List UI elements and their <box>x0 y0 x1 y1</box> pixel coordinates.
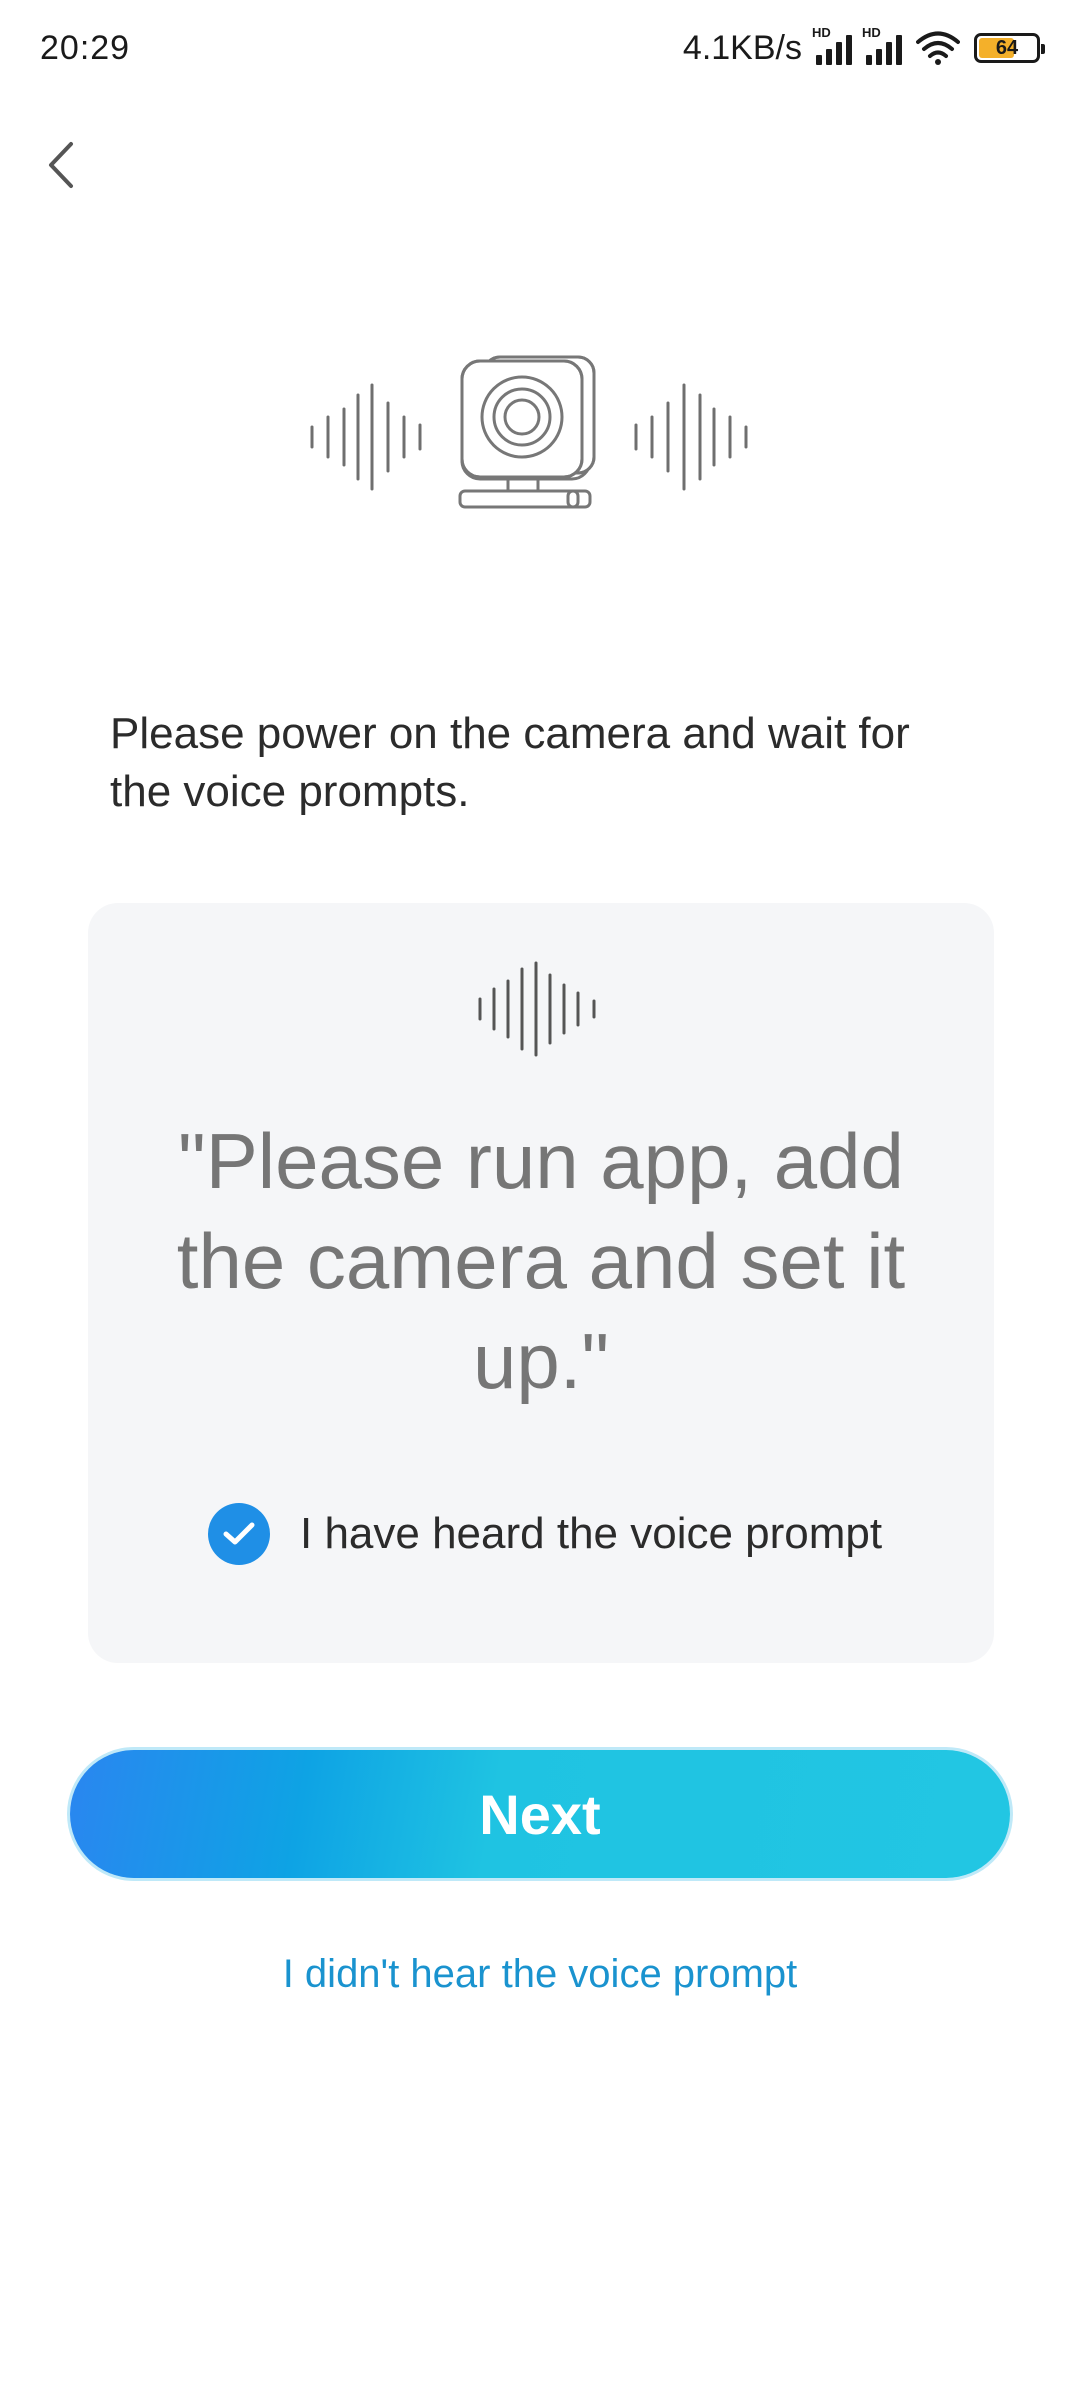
status-time: 20:29 <box>40 28 131 67</box>
wifi-icon <box>916 31 960 65</box>
camera-sound-waves-icon <box>310 355 748 509</box>
cell-signal-icon: HD <box>812 25 852 65</box>
battery-level: 64 <box>995 36 1019 59</box>
hd-label: HD <box>862 25 881 40</box>
next-button[interactable]: Next <box>70 1750 1010 1878</box>
battery-icon: 64 <box>974 33 1045 63</box>
status-bar: 20:29 4.1KB/s HD HD 64 <box>0 0 1080 96</box>
hd-label: HD <box>812 25 831 40</box>
voice-prompt-quote: "Please run app, add the camera and set … <box>176 1117 906 1405</box>
status-icons: 4.1KB/s HD HD 64 <box>682 25 1045 68</box>
voice-prompt-card: "Please run app, add the camera and set … <box>88 903 994 1663</box>
instruction-text: Please power on the camera and wait for … <box>110 709 910 816</box>
page: 20:29 4.1KB/s HD HD 64 Please power on t… <box>0 0 1080 2400</box>
network-speed: 4.1KB/s <box>682 28 802 67</box>
heard-prompt-label: I have heard the voice prompt <box>300 1509 883 1558</box>
chevron-left-icon <box>49 142 73 188</box>
sound-wave-icon <box>478 961 596 1057</box>
didnt-hear-prompt-link[interactable]: I didn't hear the voice prompt <box>0 1952 1080 1997</box>
back-button[interactable] <box>30 130 90 200</box>
heard-prompt-checkbox[interactable]: I have heard the voice prompt <box>208 1503 882 1565</box>
checkmark-icon[interactable] <box>208 1503 270 1565</box>
cell-signal-icon: HD <box>862 25 902 65</box>
